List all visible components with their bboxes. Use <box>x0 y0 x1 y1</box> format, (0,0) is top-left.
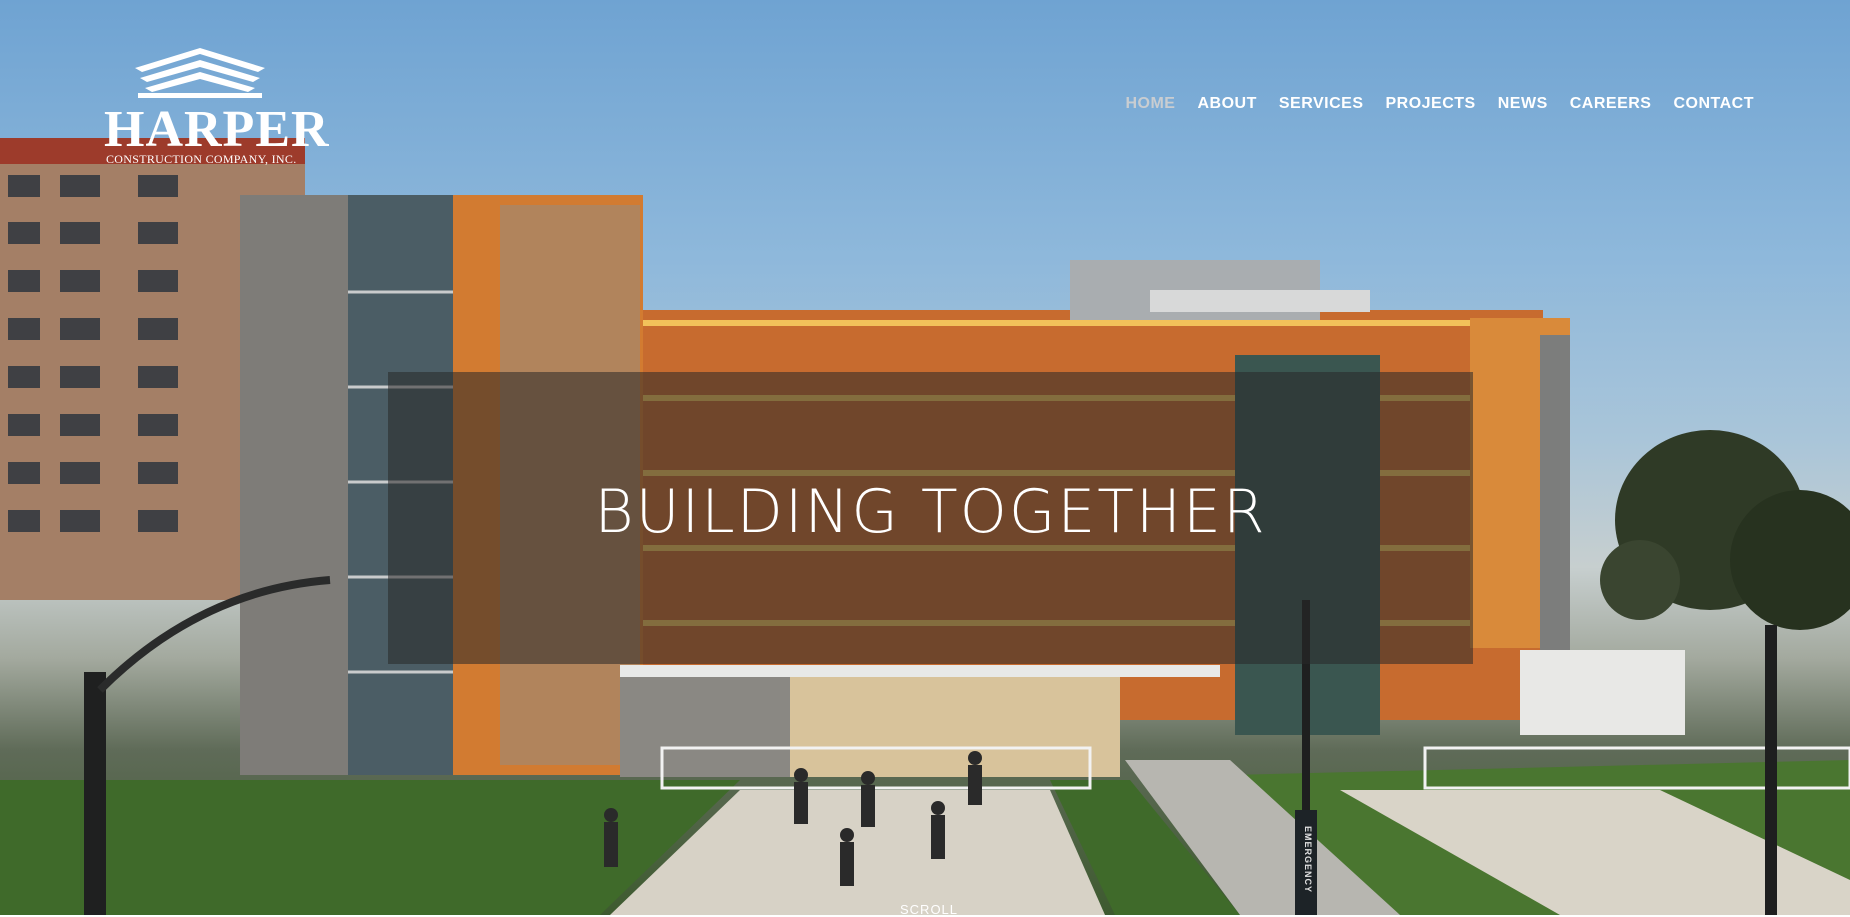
nav-home[interactable]: HOME <box>1125 95 1175 113</box>
roof-logo-icon <box>135 48 265 98</box>
nav-about[interactable]: ABOUT <box>1197 95 1256 113</box>
nav-contact[interactable]: CONTACT <box>1673 95 1754 113</box>
hero-headline: BUILDING TOGETHER <box>594 477 1267 547</box>
nav-news[interactable]: NEWS <box>1498 95 1548 113</box>
harper-logo[interactable]: HARPER CONSTRUCTION COMPANY, INC. <box>100 46 329 166</box>
main-navigation: HOME ABOUT SERVICES PROJECTS NEWS CAREER… <box>1125 95 1754 113</box>
logo-tagline: CONSTRUCTION COMPANY, INC. <box>106 152 297 166</box>
nav-projects[interactable]: PROJECTS <box>1385 95 1475 113</box>
nav-services[interactable]: SERVICES <box>1279 95 1364 113</box>
nav-careers[interactable]: CAREERS <box>1570 95 1652 113</box>
logo-wordmark: HARPER <box>104 101 330 158</box>
emergency-sign: EMERGENCY <box>1303 826 1313 894</box>
